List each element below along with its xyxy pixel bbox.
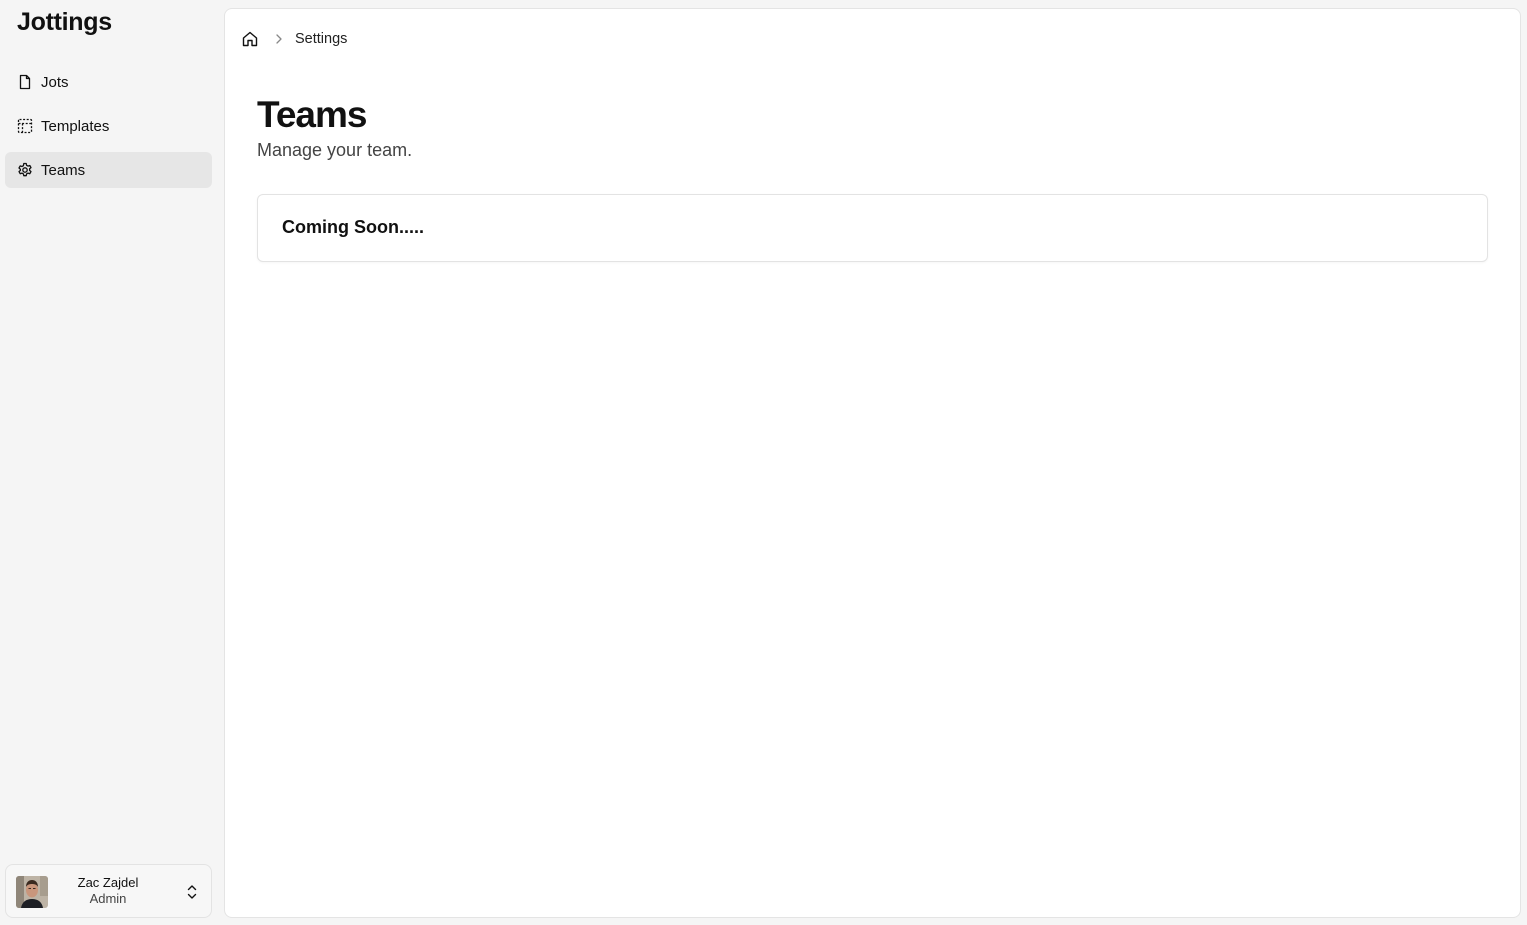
user-role: Admin xyxy=(89,891,127,906)
app-title: Jottings xyxy=(17,8,112,36)
avatar xyxy=(16,876,48,908)
file-icon xyxy=(17,74,33,90)
sidebar-item-label: Jots xyxy=(41,73,69,91)
page-subtitle: Manage your team. xyxy=(257,140,413,160)
user-menu[interactable]: Zac Zajdel Admin xyxy=(5,864,212,918)
sidebar: Jottings Jots Templates Teams Zac Zajdel… xyxy=(0,0,224,925)
breadcrumb-settings[interactable]: Settings xyxy=(295,31,347,47)
sidebar-item-label: Teams xyxy=(41,161,86,179)
home-icon[interactable] xyxy=(241,30,259,48)
user-name: Zac Zajdel xyxy=(77,875,139,890)
coming-soon-text: Coming Soon..... xyxy=(282,217,424,237)
sidebar-nav: Jots Templates Teams xyxy=(5,64,212,196)
breadcrumb: Settings xyxy=(241,29,347,49)
main-panel: Settings Teams Manage your team. Coming … xyxy=(224,8,1521,918)
sidebar-item-label: Templates xyxy=(41,117,110,135)
page-title: Teams xyxy=(257,94,367,135)
chevrons-up-down-icon xyxy=(187,885,197,899)
sidebar-item-templates[interactable]: Templates xyxy=(5,108,212,144)
dashed-layout-icon xyxy=(17,118,33,134)
user-info: Zac Zajdel Admin xyxy=(58,875,158,907)
gear-icon xyxy=(17,162,33,178)
chevron-right-icon xyxy=(272,32,286,46)
sidebar-item-teams[interactable]: Teams xyxy=(5,152,212,188)
coming-soon-card: Coming Soon..... xyxy=(257,194,1488,262)
sidebar-item-jots[interactable]: Jots xyxy=(5,64,212,100)
